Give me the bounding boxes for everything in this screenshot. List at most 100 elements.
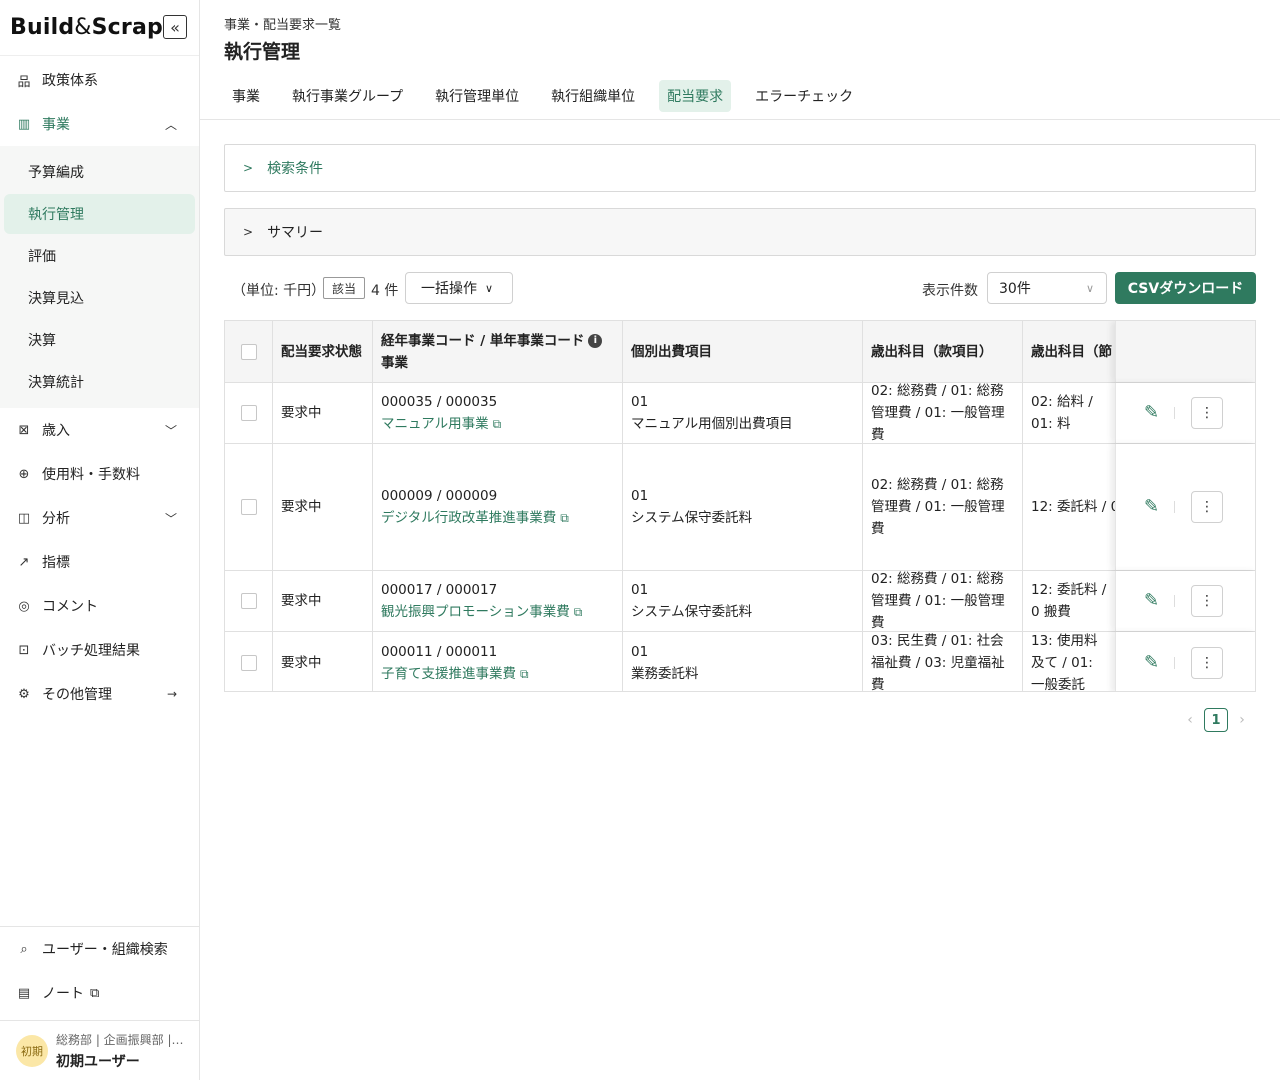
info-icon[interactable]: i	[588, 333, 603, 348]
sidebar-item-user-search[interactable]: ⌕ ユーザー・組織検索	[0, 927, 199, 971]
sidebar-item-notes[interactable]: ▤ ノート ⧉	[0, 971, 199, 1015]
pagination: ‹ 1 ›	[1180, 708, 1260, 732]
project-link[interactable]: 子育て支援推進事業費	[381, 666, 516, 682]
tab-execution-groups[interactable]: 執行事業グループ	[284, 80, 411, 112]
row-select-cell	[225, 632, 273, 691]
user-name: 初期ユーザー	[56, 1053, 140, 1070]
edit-icon[interactable]: ✎	[1144, 496, 1166, 518]
header-account2[interactable]: 歳出科目（節	[1023, 321, 1117, 382]
sidebar-item-label: 分析	[42, 511, 70, 527]
more-options-button[interactable]: ⋮	[1191, 397, 1223, 429]
search-conditions-panel[interactable]: > 検索条件	[224, 144, 1256, 192]
sidebar-item-revenue[interactable]: ⊠ 歳入 ﹀	[0, 408, 199, 452]
tab-execution-org-units[interactable]: 執行組織単位	[543, 80, 643, 112]
row-checkbox[interactable]	[240, 593, 257, 609]
header-status[interactable]: 配当要求状態	[273, 321, 373, 382]
account-cell: 03: 民生費 / 01: 社会福祉費 / 03: 児童福祉費	[863, 632, 1023, 691]
row-checkbox[interactable]	[240, 654, 257, 671]
more-options-button[interactable]: ⋮	[1191, 491, 1223, 523]
prev-page-icon[interactable]: ‹	[1180, 712, 1200, 728]
sidebar-item-label: 使用料・手数料	[42, 467, 140, 483]
external-link-icon[interactable]: ⧉	[560, 511, 569, 525]
subnav-item-settlement-stats[interactable]: 決算統計	[4, 362, 195, 402]
sidebar-item-label: 指標	[42, 555, 70, 571]
select-all-checkbox[interactable]	[240, 343, 257, 360]
project-link-line: デジタル行政改革推進事業費 ⧉	[381, 507, 614, 529]
action-separator	[1174, 595, 1175, 607]
external-link-icon: ⧉	[90, 985, 100, 1001]
arrow-right-icon: →	[166, 687, 177, 701]
code-text: 000011 / 000011	[381, 643, 498, 660]
edit-icon[interactable]: ✎	[1144, 402, 1166, 424]
account2-cell: 12: 委託料 / 0	[1031, 499, 1117, 515]
next-page-icon[interactable]: ›	[1232, 712, 1252, 728]
more-options-button[interactable]: ⋮	[1191, 646, 1223, 679]
sidebar-item-indicators[interactable]: ↗ 指標	[0, 540, 199, 584]
action-separator	[1174, 407, 1175, 419]
status-cell: 要求中	[273, 632, 373, 691]
account-cell: 02: 総務費 / 01: 総務管理費 / 01: 一般管理費	[863, 571, 1023, 631]
sidebar-item-comments[interactable]: ◎ コメント	[0, 584, 199, 628]
subnav-item-evaluation[interactable]: 評価	[4, 236, 195, 276]
tab-projects[interactable]: 事業	[224, 80, 268, 112]
subnav-item-execution[interactable]: 執行管理	[4, 194, 195, 234]
logo-scrap: Scrap	[91, 15, 163, 40]
code-text: 000009 / 000009	[381, 488, 498, 504]
sidebar-item-batch[interactable]: ⊡ バッチ処理結果	[0, 628, 199, 672]
subnav-item-settlement[interactable]: 決算	[4, 320, 195, 360]
tabs-divider	[200, 119, 1280, 120]
table-header: 配当要求状態 経年事業コード / 単年事業コード i 事業 個別出費項目 歳出科目（…	[225, 321, 1255, 383]
code-cell: 000011 / 000011 子育て支援推進事業費 ⧉	[373, 632, 623, 691]
sidebar-item-projects[interactable]: ▥ 事業 ︿	[0, 102, 199, 146]
tab-error-check[interactable]: エラーチェック	[747, 80, 861, 112]
header-code[interactable]: 経年事業コード / 単年事業コード i 事業	[373, 321, 623, 382]
row-checkbox[interactable]	[240, 405, 257, 421]
more-options-button[interactable]: ⋮	[1191, 585, 1223, 617]
more-vertical-icon: ⋮	[1200, 593, 1214, 609]
more-vertical-icon: ⋮	[1200, 499, 1214, 515]
item-number: 01	[631, 643, 649, 660]
summary-panel[interactable]: > サマリー	[224, 208, 1256, 256]
header-select-all	[225, 321, 273, 382]
row-checkbox[interactable]	[240, 499, 257, 515]
item-name: 業務委託料	[631, 665, 699, 682]
sidebar-item-label: バッチ処理結果	[42, 643, 140, 659]
user-profile[interactable]: 初期 総務部 | 企画振興部 | … 初期ユーザー	[0, 1020, 199, 1080]
summary-label: サマリー	[267, 225, 324, 241]
edit-icon[interactable]: ✎	[1144, 590, 1166, 612]
sidebar-item-other-admin[interactable]: ⚙ その他管理 →	[0, 672, 199, 716]
bulk-action-dropdown[interactable]: 一括操作 ∨	[405, 272, 513, 304]
sidebar-item-fees[interactable]: ⊕ 使用料・手数料	[0, 452, 199, 496]
unit-label: （単位: 千円）	[232, 283, 326, 299]
external-link-icon[interactable]: ⧉	[574, 605, 583, 619]
page-number-current[interactable]: 1	[1204, 708, 1228, 732]
external-link-icon[interactable]: ⧉	[493, 417, 502, 431]
collapse-sidebar-button[interactable]: «	[163, 15, 187, 39]
project-link[interactable]: デジタル行政改革推進事業費	[381, 510, 556, 526]
per-page-value: 30件	[999, 281, 1031, 297]
external-link-icon[interactable]: ⧉	[520, 667, 529, 681]
csv-download-button[interactable]: CSVダウンロード	[1115, 272, 1256, 304]
project-link[interactable]: 観光振興プロモーション事業費	[381, 604, 570, 620]
tab-allocation-requests[interactable]: 配当要求	[659, 80, 732, 112]
logo: Build&Scrap	[10, 15, 163, 40]
item-cell: 01 システム保守委託料	[623, 444, 863, 570]
header-account[interactable]: 歳出科目（款項目）	[863, 321, 1023, 382]
header-project-label: 事業	[381, 354, 408, 371]
header-item[interactable]: 個別出費項目	[623, 321, 863, 382]
project-link[interactable]: マニュアル用事業	[381, 416, 489, 432]
more-vertical-icon: ⋮	[1200, 654, 1214, 671]
project-link-line: 観光振興プロモーション事業費 ⧉	[381, 601, 614, 623]
sidebar-item-analysis[interactable]: ◫ 分析 ﹀	[0, 496, 199, 540]
per-page-select[interactable]: 30件 ∨	[987, 272, 1107, 304]
chevron-down-icon: ﹀	[164, 423, 177, 438]
sidebar-item-policy[interactable]: 品政策体系	[0, 58, 199, 102]
subnav-item-settlement-forecast[interactable]: 決算見込	[4, 278, 195, 318]
item-name: システム保守委託料	[631, 510, 753, 526]
item-name: マニュアル用個別出費項目	[631, 416, 793, 432]
revenue-icon: ⊠	[18, 422, 30, 438]
edit-icon[interactable]: ✎	[1144, 652, 1166, 674]
status-cell: 要求中	[273, 444, 373, 570]
tab-execution-units[interactable]: 執行管理単位	[427, 80, 527, 112]
subnav-item-budget[interactable]: 予算編成	[4, 152, 195, 192]
